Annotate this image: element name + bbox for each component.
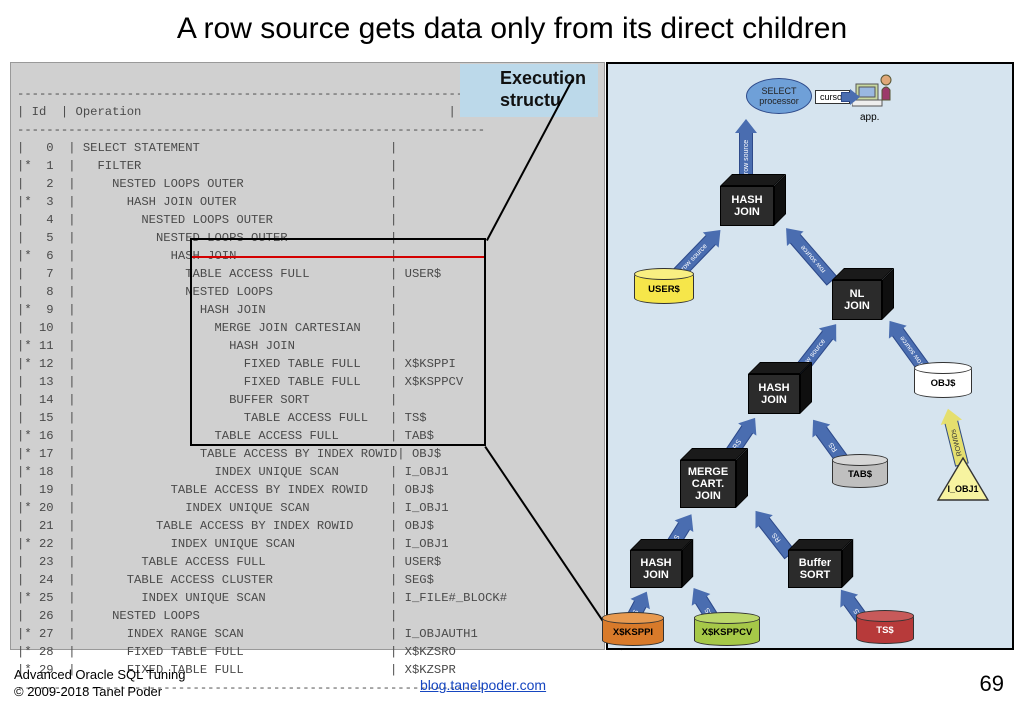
page-title: A row source gets data only from its dir… xyxy=(0,0,1024,54)
hash-join-mid-node: HASH JOIN xyxy=(748,374,800,414)
execution-structure-label: Executionstructu xyxy=(460,64,598,117)
blog-link[interactable]: blog.tanelpoder.com xyxy=(420,677,546,693)
tab-table-node: TAB$ xyxy=(832,456,888,488)
user-table-node: USER$ xyxy=(634,270,694,304)
highlight-rectangle xyxy=(190,238,486,446)
xksppi-table-node: X$KSPPI xyxy=(602,614,664,646)
page-number: 69 xyxy=(980,671,1004,697)
red-separator-line xyxy=(192,256,484,258)
arrow-nl-to-hj: row source xyxy=(789,233,838,286)
select-processor-node: SELECT processor xyxy=(746,78,812,114)
hash-join-low-node: HASH JOIN xyxy=(630,550,682,588)
hash-join-top-node: HASH JOIN xyxy=(720,186,774,226)
buffer-sort-node: Buffer SORT xyxy=(788,550,842,588)
footer-credits: Advanced Oracle SQL Tuning © 2009-2018 T… xyxy=(14,667,186,701)
obj-table-node: OBJ$ xyxy=(914,364,972,398)
app-label: app. xyxy=(860,112,879,123)
iobj1-index-node: I_OBJ1 xyxy=(934,454,992,508)
tree-diagram: SELECT processor cursor app. row source … xyxy=(606,62,1014,650)
ts-table-node: TS$ xyxy=(856,612,914,644)
nl-join-node: NL JOIN xyxy=(832,280,882,320)
xksppcv-table-node: X$KSPPCV xyxy=(694,614,760,646)
merge-cartesian-node: MERGE CART. JOIN xyxy=(680,460,736,508)
arrow-cursor-app xyxy=(841,92,851,102)
